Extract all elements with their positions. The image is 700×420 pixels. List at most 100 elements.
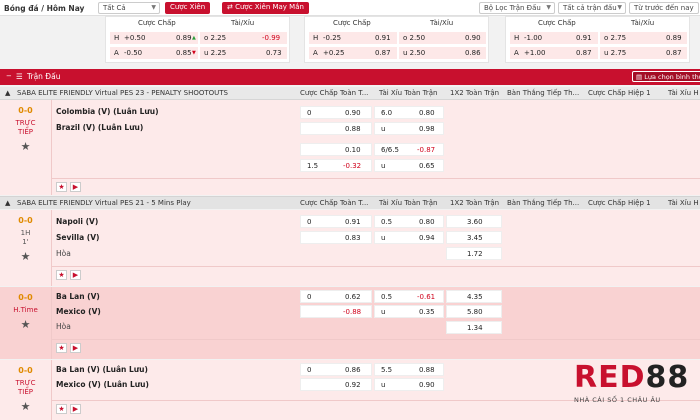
sport-filter-value: Tất Cả bbox=[103, 4, 126, 12]
all-matches-select[interactable]: Tất cả trận đấu ▼ bbox=[558, 2, 626, 14]
odds-cell[interactable]: 0 0.90 bbox=[300, 106, 372, 119]
parlay-odds-cell[interactable]: u 2.75 0.87 bbox=[600, 47, 687, 59]
odds-cell[interactable]: 1.72 bbox=[446, 247, 502, 260]
odds-cell[interactable]: 5.5 0.88 bbox=[374, 363, 444, 376]
star-icon[interactable]: ★ bbox=[0, 140, 51, 153]
column-over-under: Tài Xỉu Toàn Trận bbox=[379, 199, 438, 207]
parlay-odds-cell[interactable]: A +1.00 0.87 bbox=[510, 47, 598, 59]
odds-cell[interactable]: -0.88 bbox=[300, 305, 372, 318]
handicap-line: +0.50 bbox=[124, 34, 146, 42]
parlay-button[interactable]: Cược Xiên bbox=[165, 2, 211, 14]
breadcrumb: Bóng đá / Hôm Nay bbox=[4, 4, 85, 13]
parlay-odds-cell[interactable]: H +0.50 0.89 ▲ bbox=[110, 32, 198, 44]
parlay-odds-cell[interactable]: o 2.75 0.89 bbox=[600, 32, 687, 44]
logo-text: RED88 bbox=[574, 360, 690, 395]
over-under-label: Tài/Xỉu bbox=[231, 19, 255, 27]
odds-cell[interactable]: u 0.35 bbox=[374, 305, 444, 318]
handicap-line: +0.25 bbox=[323, 49, 345, 57]
parlay-odds-cell[interactable]: u 2.50 0.86 bbox=[399, 47, 486, 59]
odds-cell[interactable]: 0.88 bbox=[300, 122, 372, 135]
odds-cell[interactable]: 6/6.5 -0.87 bbox=[374, 143, 444, 156]
odds-cell[interactable]: 3.60 bbox=[446, 215, 502, 228]
odds-value: 0.85 bbox=[176, 49, 192, 57]
star-icon[interactable]: ★ bbox=[0, 250, 51, 263]
odds-cell[interactable]: 3.45 bbox=[446, 231, 502, 244]
odds-cell[interactable]: u 0.90 bbox=[374, 378, 444, 391]
live-status: 1H 1' bbox=[20, 229, 31, 246]
parlay-odds-cell[interactable]: A -0.50 0.85 ▼ bbox=[110, 47, 198, 59]
odds-cell[interactable]: 6.0 0.80 bbox=[374, 106, 444, 119]
league-name: SABA ELITE FRIENDLY Virtual PES 23 - PEN… bbox=[17, 89, 228, 97]
odds-value: 0.87 bbox=[375, 49, 391, 57]
parlay-odds-cell[interactable]: o 2.25 -0.99 bbox=[200, 32, 287, 44]
odds-cell[interactable]: 0.5 -0.61 bbox=[374, 290, 444, 303]
odds-cell[interactable]: 0 0.86 bbox=[300, 363, 372, 376]
odds-cell[interactable]: 0.92 bbox=[300, 378, 372, 391]
collapse-icon[interactable]: ▲ bbox=[5, 89, 10, 97]
sort-value: Từ trước đến nay bbox=[634, 4, 694, 12]
column-over-under-h1: Tài Xỉu H bbox=[668, 89, 699, 97]
odds-cell[interactable]: u 0.98 bbox=[374, 122, 444, 135]
odds-value: 0.86 bbox=[465, 49, 481, 57]
odds-value: 0.87 bbox=[576, 49, 592, 57]
parlay-button-label: Cược Xiên bbox=[170, 3, 206, 11]
star-icon[interactable]: ★ bbox=[56, 182, 67, 192]
column-1x2: 1X2 Toàn Trận bbox=[450, 89, 500, 97]
home-team: Napoli (V) bbox=[56, 217, 99, 226]
home-team: Colombia (V) (Luân Lưu) bbox=[56, 107, 159, 116]
odds-cell[interactable]: 0 0.62 bbox=[300, 290, 372, 303]
play-icon[interactable]: ▶ bbox=[70, 343, 81, 353]
match-score: 0-0 bbox=[18, 106, 33, 115]
odds-cell[interactable]: 0.5 0.80 bbox=[374, 215, 444, 228]
home-team: Ba Lan (V) bbox=[56, 292, 100, 301]
odds-value: 0.91 bbox=[375, 34, 391, 42]
column-over-under: Tài Xỉu Toàn Trận bbox=[379, 89, 438, 97]
away-team: Mexico (V) bbox=[56, 307, 101, 316]
ou-line: u 2.50 bbox=[403, 49, 426, 57]
parlay-panel-1: Cược Chấp Tài/Xỉu H +0.50 0.89 ▲ o 2.25 … bbox=[105, 16, 290, 63]
odds-value: 0.89 bbox=[666, 34, 682, 42]
mystery-parlay-button[interactable]: ⇄ Cược Xiên May Mắn bbox=[222, 2, 309, 14]
match-actions: ★ ▶ bbox=[52, 266, 700, 282]
collapse-icon[interactable]: ▲ bbox=[5, 199, 10, 207]
handicap-label: Cược Chấp bbox=[538, 19, 576, 27]
side-label: H bbox=[114, 34, 120, 42]
logo-tagline: NHÀ CÁI SỐ 1 CHÂU ÂU bbox=[574, 396, 661, 404]
parlay-odds-cell[interactable]: A +0.25 0.87 bbox=[309, 47, 397, 59]
column-handicap: Cược Chấp Toàn T... bbox=[300, 89, 369, 97]
odds-cell[interactable]: 0 0.91 bbox=[300, 215, 372, 228]
parlay-odds-cell[interactable]: u 2.25 0.73 bbox=[200, 47, 287, 59]
play-icon[interactable]: ▶ bbox=[70, 270, 81, 280]
home-team: Ba Lan (V) (Luân Lưu) bbox=[56, 365, 148, 374]
handicap-label: Cược Chấp bbox=[138, 19, 176, 27]
chevron-down-icon: ▼ bbox=[617, 4, 622, 11]
select-columns-button[interactable]: ▤ Lựa chọn bình thư bbox=[632, 71, 700, 82]
star-icon[interactable]: ★ bbox=[56, 404, 67, 414]
odds-cell[interactable]: u 0.94 bbox=[374, 231, 444, 244]
odds-cell[interactable]: 0.83 bbox=[300, 231, 372, 244]
parlay-odds-cell[interactable]: o 2.50 0.90 bbox=[399, 32, 486, 44]
sport-filter-select[interactable]: Tất Cả ▼ bbox=[98, 2, 160, 14]
match-actions: ★ ▶ bbox=[52, 339, 700, 355]
star-icon[interactable]: ★ bbox=[0, 400, 51, 413]
odds-cell[interactable]: 0.10 bbox=[300, 143, 372, 156]
star-icon[interactable]: ★ bbox=[56, 270, 67, 280]
match-row: 0-0 H.Time ★ Ba Lan (V) Mexico (V) Hòa 0… bbox=[0, 287, 700, 359]
parlay-odds-cell[interactable]: H -1.00 0.91 bbox=[510, 32, 598, 44]
columns-icon: ▤ bbox=[636, 73, 645, 81]
sort-select[interactable]: Từ trước đến nay bbox=[629, 2, 699, 14]
star-icon[interactable]: ★ bbox=[56, 343, 67, 353]
play-icon[interactable]: ▶ bbox=[70, 404, 81, 414]
match-filter-select[interactable]: Bộ Lọc Trận Đấu ▼ bbox=[479, 2, 555, 14]
star-icon[interactable]: ★ bbox=[0, 318, 51, 331]
odds-cell[interactable]: u 0.65 bbox=[374, 159, 444, 172]
select-columns-label: Lựa chọn bình thư bbox=[644, 73, 700, 81]
odds-cell[interactable]: 5.80 bbox=[446, 305, 502, 318]
odds-cell[interactable]: 1.34 bbox=[446, 321, 502, 334]
odds-cell[interactable]: 4.35 bbox=[446, 290, 502, 303]
matches-header: − ☰ Trận Đấu ▤ Lựa chọn bình thư bbox=[0, 69, 700, 85]
odds-cell[interactable]: 1.5 -0.32 bbox=[300, 159, 372, 172]
parlay-odds-cell[interactable]: H -0.25 0.91 bbox=[309, 32, 397, 44]
play-icon[interactable]: ▶ bbox=[70, 182, 81, 192]
collapse-icon[interactable]: − bbox=[6, 72, 12, 80]
